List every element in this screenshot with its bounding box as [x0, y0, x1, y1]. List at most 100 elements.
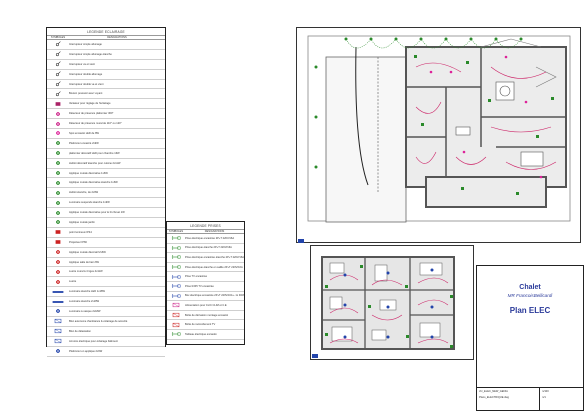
legend-symbol-cell [47, 51, 69, 57]
legend-label: Armoire électrique pour éclairage bâtime… [69, 339, 118, 343]
legend-label: Applique salle de bain 6W [69, 260, 99, 264]
legend-label: Applique murale jardin [69, 220, 95, 224]
legend-label: Détecteur de présence mural de 110° ou 1… [69, 122, 122, 126]
legend-row: Luminaire suspendu étanche 1x9W [47, 198, 165, 209]
legend-outlets-title: LEGENDE PRISES [190, 224, 221, 228]
legend-symbol-cell [167, 254, 185, 260]
floor-box-icon [171, 293, 181, 298]
footer-drawing-code: chr_ELEC_NEW_GENIA [479, 390, 508, 393]
legend-row: Lustre mural à 4 tiges 4x11W [47, 267, 165, 278]
legend-row: Prise électrique étanche 2P+T 220V/16A [167, 244, 244, 254]
legend-symbol-cell [47, 180, 69, 186]
project-owner: MR FrancoisBellicardi [507, 293, 553, 298]
legend-row: Box électrique encastrée 2P+T 220V/16A +… [167, 292, 244, 302]
legend-row: Armoire électrique pour éclairage bâtime… [47, 337, 165, 347]
legend-row: Bloc de délestation [47, 327, 165, 337]
legend-row: Luminaire à vasque 2x18W [47, 307, 165, 317]
legend-symbol-cell [167, 235, 185, 241]
switch-waterproof-icon [55, 51, 61, 57]
legend-symbol-cell [47, 150, 69, 156]
legend-label: Applique murale décorative étanche 1x6W [69, 181, 118, 185]
legend-symbol-cell [47, 111, 69, 117]
legend-label: Plafonnier en applique 2x9W [69, 349, 103, 353]
legend-symbol-cell [47, 140, 69, 146]
legend-label: Prise TV encastrée [185, 275, 208, 279]
legend-label: Alimentation pour CLIC CLIM et C.E [185, 303, 227, 307]
legend-symbol-cell [47, 170, 69, 176]
legend-label: Plafonnier encastré 2x9W [69, 141, 99, 145]
legend-lighting-list: Interrupteur simple allumage Interrupteur… [47, 40, 165, 357]
legend-label: plafonnier décoratif LED pour chambre 16… [69, 151, 120, 155]
footer-file-name: Plans_ELECTRIQUE.dwg [479, 396, 509, 399]
legend-symbol-cell [47, 81, 69, 87]
detector-wall-icon [56, 121, 60, 126]
legend-label: Interrupteur simple allumage étanche [69, 52, 112, 56]
garden-light-icon [56, 220, 60, 225]
legend-row: Prise électrique encastrée 2P+T 220V/16A [167, 234, 244, 244]
legend-symbol-cell [47, 279, 69, 285]
legend-label: point lumineux IP44 [69, 230, 92, 234]
chandelier-icon [56, 279, 60, 284]
legend-outlets-sheet: LEGENDE PRISES SYMBOLES DESIGNATIONS Pri… [166, 221, 245, 345]
legend-row: Applique murale décorative pour le lit c… [47, 208, 165, 219]
legend-symbol-cell [47, 289, 69, 295]
legend-symbol-cell [47, 121, 69, 127]
footer-scale: 1/100 [542, 390, 549, 393]
electrical-panel-icon [171, 332, 181, 337]
porthole-icon [56, 161, 60, 166]
legend-outlets-list: Prise électrique encastrée 2P+T 220V/16A… [167, 234, 244, 340]
legend-row: Applique salle de bain 6W [47, 258, 165, 268]
project-title: Chalet [519, 284, 541, 291]
led-batten-icon [52, 290, 64, 293]
detector-360-icon [56, 111, 60, 116]
porthole-waterproof-icon [56, 190, 60, 195]
tv-junction-icon [172, 322, 180, 327]
plan-label: Plan ELEC [509, 306, 551, 315]
legend-row: Bouton poussoir avec voyant [47, 89, 165, 100]
ceiling-decor-icon [56, 151, 60, 156]
legend-symbol-cell [47, 318, 69, 324]
legend-row: Boîte de raccordement TV [167, 320, 244, 330]
legend-row: Prise TV encastrée [167, 272, 244, 282]
legend-label: Applique murale décoratif 2x6W [69, 250, 106, 254]
legend-symbol-cell [167, 293, 185, 299]
plan-scale-marker [298, 239, 304, 243]
legend-symbol-cell [47, 229, 69, 235]
legend-label: Tableau électrique encastré [185, 332, 217, 336]
legend-label: Bloc de délestation [69, 329, 91, 333]
legend-symbol-cell [47, 259, 69, 265]
legend-label: Prise électrique étanche en saillie 2P+T… [185, 265, 243, 269]
legend-symbol-cell [167, 312, 185, 318]
legend-symbol-cell [167, 264, 185, 270]
switch-two-way-icon [55, 61, 61, 67]
legend-label: Lustre mural à 4 tiges 4x11W [69, 270, 103, 274]
legend-label: Interrupteur simple allumage [69, 42, 102, 46]
legend-symbol-cell [47, 338, 69, 344]
legend-label: Spot encastré LED de 8W [69, 131, 99, 135]
legend-row: Hublot étanche, de 2x9W [47, 188, 165, 199]
bedside-light-icon [56, 210, 60, 215]
legend-symbol-cell [47, 200, 69, 206]
column-symbols: SYMBOLES [168, 230, 184, 233]
legend-label: Bouton poussoir avec voyant [69, 92, 103, 96]
column-designations: DESIGNATIONS [204, 230, 225, 233]
spot-led-icon [56, 131, 60, 136]
legend-symbol-cell [167, 283, 185, 289]
legend-label: Hublot décoratif étanche pour cuisine 2x… [69, 161, 121, 165]
light-point-icon [55, 230, 61, 235]
emergency-block-icon [54, 319, 62, 324]
legend-symbol-cell [167, 331, 185, 337]
legend-label: Boîte de raccordement TV [185, 323, 216, 327]
column-designations: DESIGNATIONS [107, 36, 127, 39]
legend-row: Prise RJ45 TV encastrée [167, 282, 244, 292]
legend-row: Bloc autonome d'ambiance & éclairage de … [47, 317, 165, 327]
footer-right-cell: 1/100 1/1 [540, 388, 583, 410]
title-block: Chalet MR FrancoisBellicardi Plan ELEC c… [476, 265, 584, 411]
legend-symbol-cell [47, 308, 69, 314]
wall-light-waterproof-icon [56, 180, 60, 185]
legend-label: Luminaire suspendu étanche 1x9W [69, 201, 110, 205]
legend-label: Variateur pour réglage de l'éclairage [69, 102, 111, 106]
legend-label: Prise électrique encastrée 2P+T 220V/16A [185, 236, 235, 240]
legend-row: Applique murale jardin [47, 218, 165, 228]
legend-label: Applique murale décorative 1x6W [69, 171, 108, 175]
